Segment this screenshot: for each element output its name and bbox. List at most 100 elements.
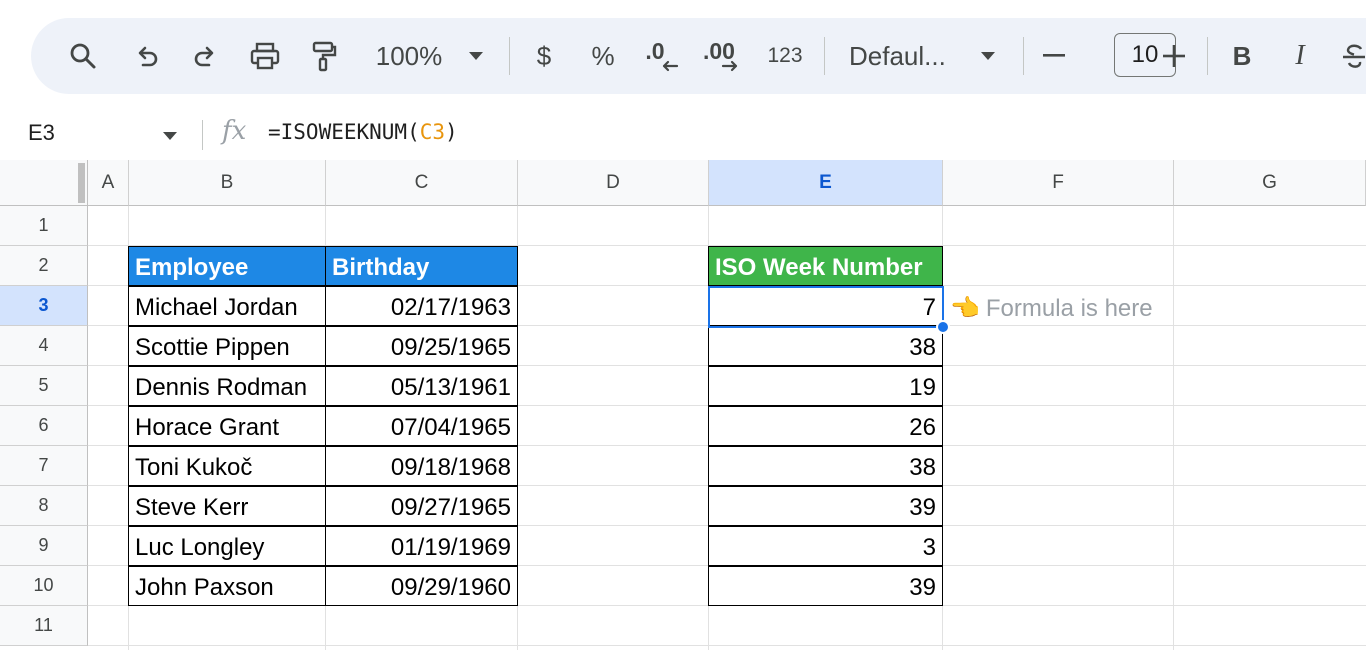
minus-icon xyxy=(1043,54,1065,57)
employee-name-cell[interactable]: Michael Jordan xyxy=(128,286,326,326)
formula-prefix: =ISOWEEKNUM( xyxy=(268,120,420,144)
column-header-f[interactable]: F xyxy=(943,160,1174,206)
formula-input[interactable]: =ISOWEEKNUM(C3) xyxy=(268,120,458,144)
cell-e2-iso-week-header[interactable]: ISO Week Number xyxy=(708,246,943,286)
row-header-9[interactable]: 9 xyxy=(0,526,88,566)
row-header-6[interactable]: 6 xyxy=(0,406,88,446)
chevron-down-icon xyxy=(163,132,177,140)
paint-format-button[interactable] xyxy=(301,18,345,94)
employee-name-cell[interactable]: Luc Longley xyxy=(128,526,326,566)
undo-icon xyxy=(138,46,158,67)
employee-name-cell[interactable]: John Paxson xyxy=(128,566,326,606)
spreadsheet-grid: A B C D E F G 1 2 3 4 5 6 7 8 9 10 11 Em… xyxy=(0,160,1366,650)
currency-format-button[interactable]: $ xyxy=(527,18,561,94)
plus-icon xyxy=(1163,45,1185,67)
name-box-dropdown[interactable] xyxy=(162,128,178,146)
search-button[interactable] xyxy=(61,18,105,94)
name-box[interactable]: E3 xyxy=(28,120,55,146)
print-icon xyxy=(250,42,280,70)
row-header-7[interactable]: 7 xyxy=(0,446,88,486)
paint-format-icon xyxy=(312,41,337,72)
fill-handle[interactable] xyxy=(936,320,950,334)
strikethrough-icon xyxy=(1343,44,1365,68)
row-header-8[interactable]: 8 xyxy=(0,486,88,526)
column-header-b[interactable]: B xyxy=(129,160,326,206)
birthday-cell[interactable]: 01/19/1969 xyxy=(325,526,518,566)
employee-name-cell[interactable]: Steve Kerr xyxy=(128,486,326,526)
formula-bar: E3 fx =ISOWEEKNUM(C3) xyxy=(0,108,1366,160)
birthday-cell[interactable]: 02/17/1963 xyxy=(325,286,518,326)
select-all-corner[interactable] xyxy=(0,160,88,206)
strikethrough-button[interactable] xyxy=(1339,18,1366,94)
toolbar-divider xyxy=(509,37,510,75)
formula-reference: C3 xyxy=(419,120,446,144)
chevron-down-icon xyxy=(469,52,483,60)
print-button[interactable] xyxy=(243,18,287,94)
decrease-font-size-button[interactable] xyxy=(1039,18,1069,94)
redo-icon xyxy=(194,46,214,67)
birthday-cell[interactable]: 09/18/1968 xyxy=(325,446,518,486)
bold-button[interactable]: B xyxy=(1227,18,1257,94)
birthday-cell[interactable]: 09/25/1965 xyxy=(325,326,518,366)
decrease-decimal-button[interactable]: .0 xyxy=(639,18,689,94)
row-header-3[interactable]: 3 xyxy=(0,286,88,326)
row-header-2[interactable]: 2 xyxy=(0,246,88,286)
employee-name-cell[interactable]: Dennis Rodman xyxy=(128,366,326,406)
percent-format-button[interactable]: % xyxy=(585,18,621,94)
column-header-c[interactable]: C xyxy=(326,160,518,206)
arrow-left-icon xyxy=(662,60,678,72)
birthday-cell[interactable]: 07/04/1965 xyxy=(325,406,518,446)
gridline xyxy=(88,645,1366,646)
iso-week-cell[interactable]: 39 xyxy=(708,486,943,526)
iso-week-cell[interactable]: 39 xyxy=(708,566,943,606)
iso-week-cell[interactable]: 38 xyxy=(708,446,943,486)
iso-week-cell[interactable]: 19 xyxy=(708,366,943,406)
cell-b2-employee-header[interactable]: Employee xyxy=(128,246,326,286)
iso-week-cell[interactable]: 3 xyxy=(708,526,943,566)
font-family-select[interactable]: Defaul... xyxy=(849,18,959,94)
toolbar-divider xyxy=(1207,37,1208,75)
italic-button[interactable]: I xyxy=(1285,18,1315,94)
zoom-dropdown[interactable] xyxy=(461,18,491,94)
redo-button[interactable] xyxy=(183,18,227,94)
column-header-e[interactable]: E xyxy=(709,160,943,206)
row-header-5[interactable]: 5 xyxy=(0,366,88,406)
toolbar-divider xyxy=(824,37,825,75)
employee-name-cell[interactable]: Horace Grant xyxy=(128,406,326,446)
arrow-right-icon xyxy=(721,60,738,72)
row-header-10[interactable]: 10 xyxy=(0,566,88,606)
chevron-down-icon xyxy=(981,52,995,60)
toolbar-area: 100% $ % .0 .00 123 Defaul... 10 B I xyxy=(0,0,1366,108)
column-header-g[interactable]: G xyxy=(1174,160,1366,206)
birthday-cell[interactable]: 05/13/1961 xyxy=(325,366,518,406)
search-icon xyxy=(70,43,96,69)
frozen-column-handle[interactable] xyxy=(78,163,85,203)
toolbar-divider xyxy=(1023,37,1024,75)
formula-suffix: ) xyxy=(445,120,458,144)
iso-week-cell[interactable]: 26 xyxy=(708,406,943,446)
increase-decimal-button[interactable]: .00 xyxy=(703,18,753,94)
row-header-11[interactable]: 11 xyxy=(0,606,88,646)
gridline xyxy=(1173,206,1174,650)
increase-font-size-button[interactable] xyxy=(1159,18,1189,94)
formula-note-text: Formula is here xyxy=(985,295,1153,322)
formula-bar-divider xyxy=(202,120,203,150)
font-family-dropdown[interactable] xyxy=(973,18,1003,94)
more-formats-button[interactable]: 123 xyxy=(763,18,807,94)
column-header-a[interactable]: A xyxy=(88,160,129,206)
employee-name-cell[interactable]: Toni Kukoč xyxy=(128,446,326,486)
row-header-1[interactable]: 1 xyxy=(0,206,88,246)
zoom-value[interactable]: 100% xyxy=(369,18,449,94)
undo-button[interactable] xyxy=(125,18,169,94)
column-header-d[interactable]: D xyxy=(518,160,709,206)
iso-week-cell[interactable]: 38 xyxy=(708,326,943,366)
fx-icon: fx xyxy=(222,116,247,146)
cell-c2-birthday-header[interactable]: Birthday xyxy=(325,246,518,286)
employee-name-cell[interactable]: Scottie Pippen xyxy=(128,326,326,366)
formula-note[interactable]: 👈 Formula is here xyxy=(950,294,1153,323)
pointing-hand-icon: 👈 xyxy=(950,295,980,322)
birthday-cell[interactable]: 09/27/1965 xyxy=(325,486,518,526)
birthday-cell[interactable]: 09/29/1960 xyxy=(325,566,518,606)
iso-week-cell[interactable]: 7 xyxy=(708,286,943,326)
row-header-4[interactable]: 4 xyxy=(0,326,88,366)
